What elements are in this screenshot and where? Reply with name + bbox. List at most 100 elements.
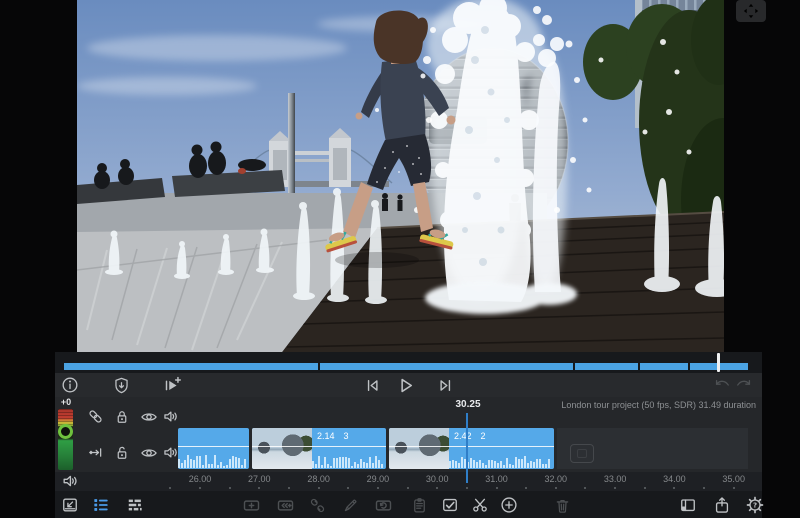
add-to-timeline-button[interactable] <box>159 373 185 397</box>
play-icon <box>394 374 417 397</box>
delete-clip-button[interactable] <box>549 493 575 517</box>
split-clip-button[interactable] <box>467 493 493 517</box>
audio-gain-label: +0 <box>55 397 77 407</box>
timeline-view-button[interactable] <box>88 493 114 517</box>
pencil-icon <box>341 496 360 515</box>
info-icon <box>60 375 80 395</box>
video-preview <box>77 0 724 352</box>
ruler-label: 29.00 <box>348 474 408 484</box>
clip-thumbnail <box>252 428 312 469</box>
insert-clip-button[interactable] <box>238 493 264 517</box>
media-library-button[interactable] <box>57 493 83 517</box>
end-of-timeline-marker <box>570 444 594 463</box>
ruler-tick <box>555 487 557 489</box>
skip-back-button[interactable] <box>359 373 385 397</box>
shield-download-icon <box>112 376 131 395</box>
select-check-button[interactable] <box>437 493 463 517</box>
settings-help-button[interactable]: ? <box>742 493 768 517</box>
audio-waveform <box>178 453 247 468</box>
ruler-tick <box>644 487 646 489</box>
track1-audio-button[interactable] <box>158 405 182 428</box>
shield-download-button[interactable] <box>108 373 134 397</box>
replace-clip-icon <box>373 495 394 516</box>
ruler-label: 28.00 <box>289 474 349 484</box>
media-import-icon <box>60 495 80 515</box>
transport-bar <box>55 373 762 397</box>
audio-meter-knob[interactable] <box>58 424 73 439</box>
timeline-clip[interactable]: 2.422 <box>389 428 554 469</box>
edit-pencil-button[interactable] <box>337 493 363 517</box>
skip-forward-icon <box>435 375 456 396</box>
ruler-tick <box>377 487 379 489</box>
scrubber-segment <box>64 363 318 370</box>
ruler-tick <box>525 487 527 489</box>
master-audio-button[interactable] <box>57 469 83 493</box>
lock-closed-icon <box>113 408 131 426</box>
scrubber-segment <box>320 363 573 370</box>
timeline-playhead[interactable] <box>466 413 468 483</box>
ruler-tick <box>199 487 201 489</box>
ruler-tick <box>466 487 468 489</box>
svg-text:?: ? <box>753 501 757 510</box>
unlink-button[interactable] <box>304 493 330 517</box>
lock-open-icon <box>113 444 131 462</box>
redo-button[interactable] <box>731 373 757 397</box>
blocks-view-icon <box>125 495 145 515</box>
clip-volume-line[interactable] <box>252 446 386 447</box>
storyboard-view-button[interactable] <box>122 493 148 517</box>
ruler-tick <box>229 487 231 489</box>
clip-volume-line[interactable] <box>178 446 249 447</box>
track1-link-button[interactable] <box>83 405 107 428</box>
ruler-tick <box>347 487 349 489</box>
play-button[interactable] <box>392 373 418 397</box>
overwrite-clip-button[interactable] <box>272 493 298 517</box>
ruler-tick <box>288 487 290 489</box>
ruler-label: 26.00 <box>170 474 230 484</box>
audio-waveform <box>312 453 384 468</box>
monitor-layout-button[interactable] <box>675 493 701 517</box>
share-export-button[interactable] <box>709 493 735 517</box>
ruler-label: 31.00 <box>467 474 527 484</box>
ruler-label: 35.00 <box>704 474 764 484</box>
add-clip-button[interactable] <box>496 493 522 517</box>
ruler-tick <box>673 487 675 489</box>
clip-thumbnail <box>389 428 449 469</box>
track1-lock-button[interactable] <box>110 405 134 428</box>
clip-info-button[interactable] <box>57 373 83 397</box>
ruler-tick <box>318 487 320 489</box>
scrubber-segment <box>575 363 638 370</box>
ruler-tick <box>436 487 438 489</box>
clip-label: 2.422 <box>454 431 486 441</box>
gear-question-icon: ? <box>745 495 765 515</box>
timeline-clip[interactable] <box>178 428 249 469</box>
ruler-label: 27.00 <box>229 474 289 484</box>
timeline-ruler[interactable]: 26.0027.0028.0029.0030.0031.0032.0033.00… <box>55 472 762 491</box>
fullscreen-expand-button[interactable] <box>736 0 766 22</box>
audio-level-meter[interactable] <box>58 409 73 470</box>
ruler-tick <box>496 487 498 489</box>
preview-scrubber[interactable] <box>55 352 762 373</box>
timeline-clip[interactable]: 2.143 <box>252 428 386 469</box>
clipboard-icon <box>410 496 429 515</box>
ruler-label: 32.00 <box>526 474 586 484</box>
arrow-to-bar-icon <box>86 443 105 462</box>
bottom-toolbar: ? <box>55 491 762 518</box>
ruler-tick <box>733 487 735 489</box>
track2-lock-button[interactable] <box>110 441 134 464</box>
overwrite-clip-icon <box>275 495 296 516</box>
clip-volume-line[interactable] <box>389 446 554 447</box>
list-view-icon <box>91 495 111 515</box>
expand-arrows-icon <box>742 2 760 20</box>
skip-forward-button[interactable] <box>432 373 458 397</box>
eye-icon <box>139 443 159 463</box>
eye-icon <box>139 407 159 427</box>
ruler-tick <box>258 487 260 489</box>
ruler-label: 30.00 <box>407 474 467 484</box>
clipboard-button[interactable] <box>406 493 432 517</box>
scrubber-playhead[interactable] <box>717 353 720 372</box>
link-icon <box>86 407 105 426</box>
track2-magnetic-button[interactable] <box>83 441 107 464</box>
ruler-label: 33.00 <box>585 474 645 484</box>
replace-clip-button[interactable] <box>370 493 396 517</box>
timeline-panel: 30.25 London tour project (50 fps, SDR) … <box>55 397 762 472</box>
